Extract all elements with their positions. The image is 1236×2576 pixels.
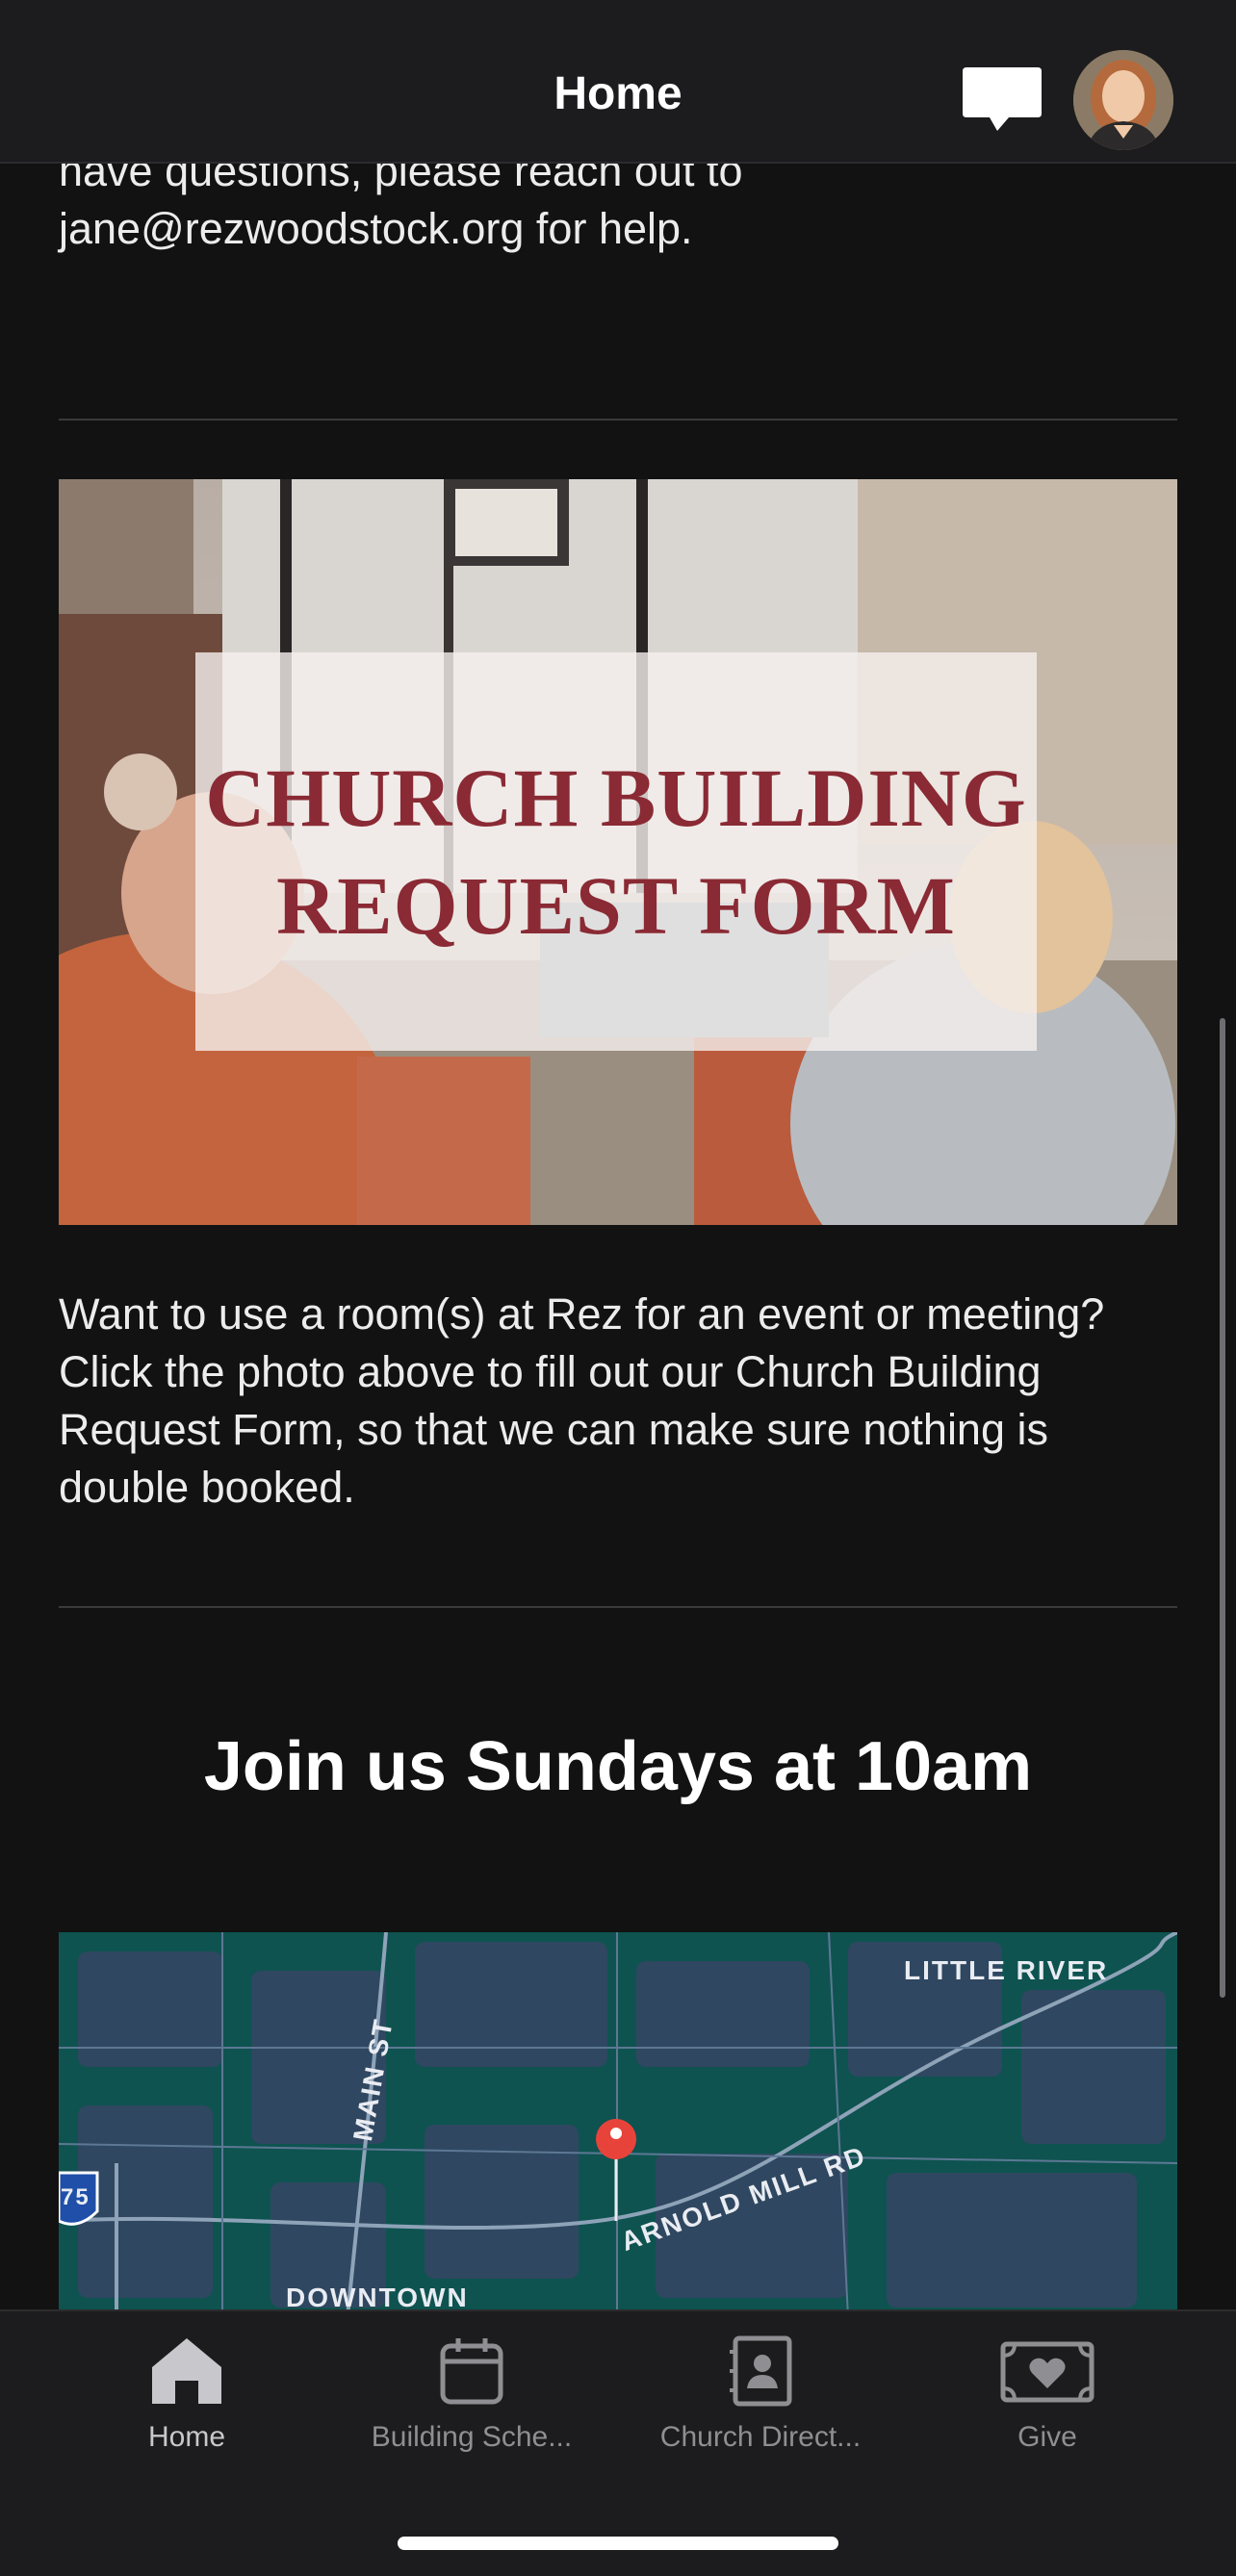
tab-building-schedule[interactable]: Building Sche... xyxy=(327,2333,616,2477)
tab-church-directory[interactable]: Church Direct... xyxy=(616,2333,905,2477)
banner-title: CHURCH BUILDING REQUEST FORM xyxy=(195,744,1037,959)
tab-home[interactable]: Home xyxy=(42,2333,331,2477)
map-label-little-river: LITTLE RIVER xyxy=(904,1955,1109,1985)
page-title: Home xyxy=(554,68,682,119)
top-navigation-bar: Home xyxy=(0,0,1236,164)
map-label-interstate: 75 xyxy=(61,2184,90,2210)
banner-title-line-1: CHURCH BUILDING xyxy=(205,752,1027,844)
banner-title-line-2: REQUEST FORM xyxy=(276,859,956,952)
home-feed[interactable]: have questions, please reach out to jane… xyxy=(0,0,1236,2309)
tab-label-home: Home xyxy=(147,2421,226,2453)
scrollbar[interactable] xyxy=(1220,1018,1225,1998)
tab-label-building-schedule: Building Sche... xyxy=(371,2421,573,2453)
location-map[interactable]: LITTLE RIVER MAIN ST ARNOLD MILL RD DOWN… xyxy=(59,1932,1177,2309)
contact-book-icon xyxy=(730,2335,792,2407)
tab-label-church-directory: Church Direct... xyxy=(659,2421,862,2453)
service-times-heading: Join us Sundays at 10am xyxy=(203,1728,1033,1805)
profile-avatar[interactable] xyxy=(1073,50,1173,150)
map-label-downtown: DOWNTOWN xyxy=(286,2283,469,2309)
divider xyxy=(59,1606,1177,1608)
chat-bubble-icon[interactable] xyxy=(959,62,1045,139)
map-streets xyxy=(59,1932,1177,2309)
request-description: Want to use a room(s) at Rez for an even… xyxy=(59,1289,1105,1512)
tab-label-give: Give xyxy=(1017,2421,1077,2453)
building-request-banner[interactable]: CHURCH BUILDING REQUEST FORM xyxy=(59,479,1177,1225)
calendar-icon xyxy=(440,2338,503,2405)
heart-money-icon xyxy=(1000,2341,1094,2403)
home-indicator[interactable] xyxy=(398,2537,838,2550)
tab-give[interactable]: Give xyxy=(903,2333,1192,2477)
divider xyxy=(59,419,1177,421)
home-icon xyxy=(152,2338,221,2404)
